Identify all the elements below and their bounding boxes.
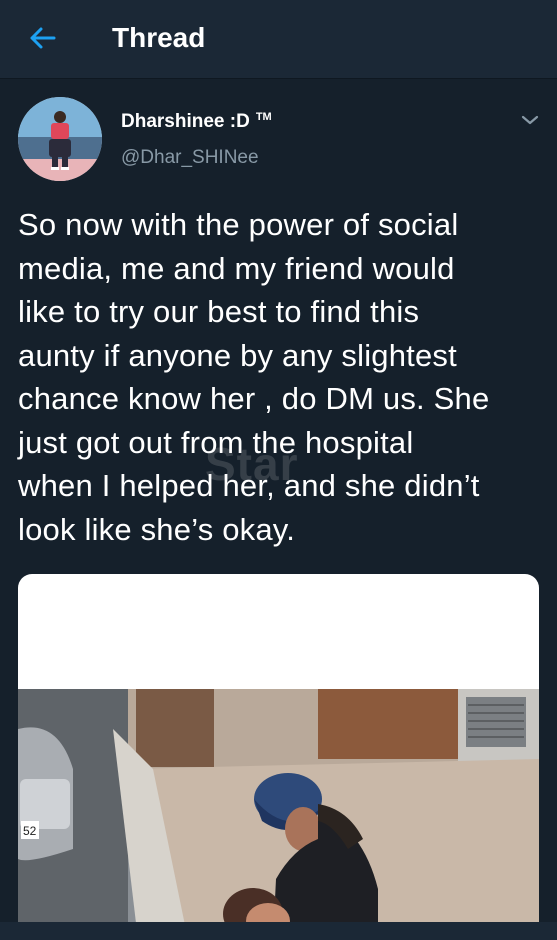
watermark: Star [205,438,299,490]
car-plate-number: 52 [23,824,37,838]
page-title: Thread [112,22,206,53]
trademark-label: TM [255,111,272,123]
top-bar: Thread [0,0,557,79]
back-arrow-icon [30,27,56,49]
bottom-bar [0,922,557,940]
author-handle[interactable]: @Dhar_SHINee [121,147,259,169]
back-button[interactable] [22,20,62,56]
media-photo: 52 [18,689,539,940]
tweet-text: So now with the power of social media, m… [18,207,490,547]
avatar[interactable] [18,97,102,181]
more-options-button[interactable] [518,108,542,132]
chevron-down-icon [521,115,539,125]
tweet-media[interactable]: 52 [18,574,539,940]
author-name[interactable]: Dharshinee :D TM [121,111,272,133]
